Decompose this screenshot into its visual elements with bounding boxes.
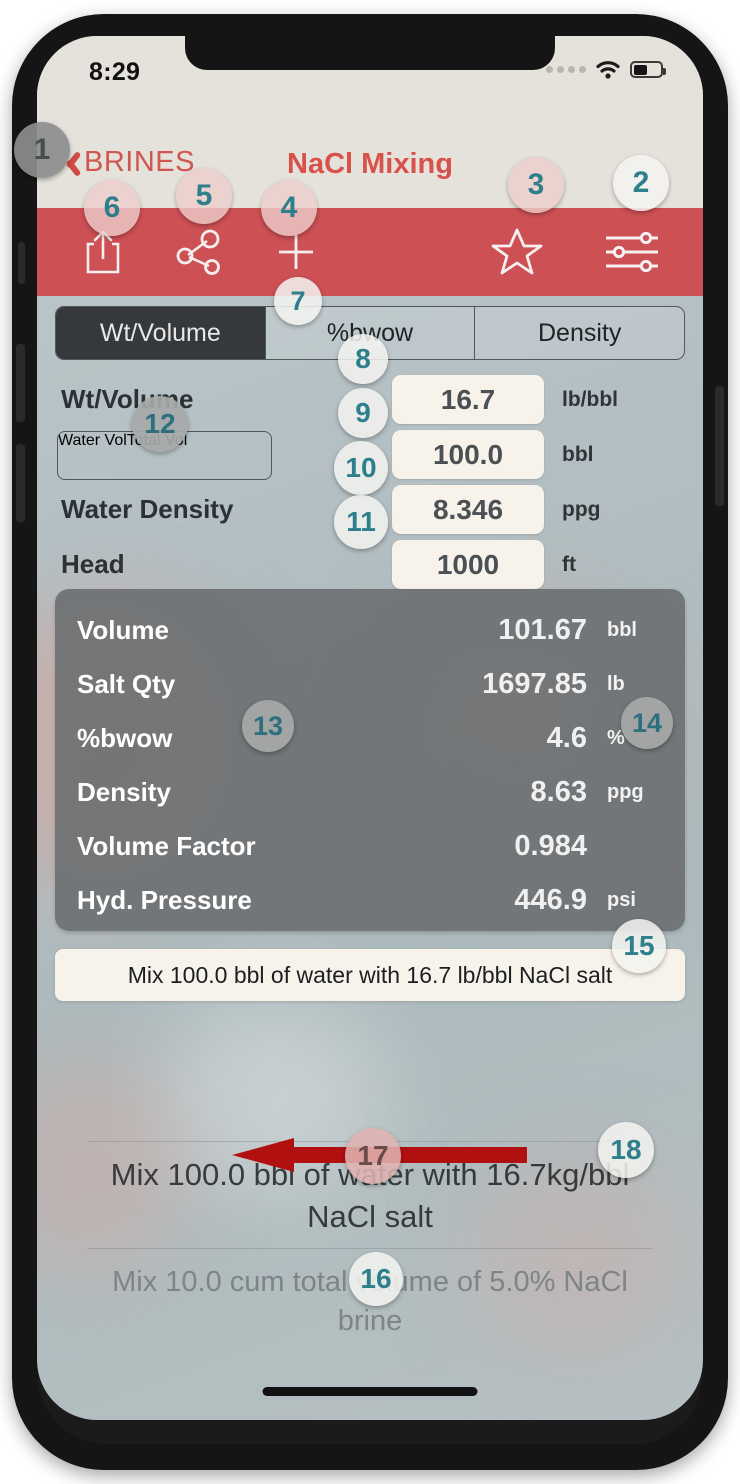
phone-screen: 8:29 BRINES NaCl Mixing Wt/Volume %bwow … [37, 36, 703, 1420]
result-value: 446.9 [514, 883, 587, 916]
annotation-badge-17: 17 [345, 1128, 401, 1184]
toggle-water-vol[interactable]: Water Vol [58, 432, 127, 479]
input-label: Head [61, 549, 125, 579]
segment-wt-volume[interactable]: Wt/Volume [56, 307, 265, 359]
annotation-badge-7: 7 [274, 277, 322, 325]
annotation-badge-9: 9 [338, 388, 388, 438]
annotation-badge-11: 11 [334, 495, 388, 549]
home-indicator[interactable] [262, 1387, 478, 1396]
head-input[interactable]: 1000 [392, 540, 544, 589]
wifi-icon [595, 60, 621, 79]
wt-volume-input[interactable]: 16.7 [392, 375, 544, 424]
star-icon[interactable] [491, 227, 543, 277]
annotation-badge-12: 12 [132, 396, 188, 452]
annotation-badge-13: 13 [242, 700, 294, 752]
device-notch [185, 36, 555, 70]
input-unit: ppg [562, 497, 601, 521]
volume-up-button[interactable] [16, 344, 25, 422]
share-nodes-icon[interactable] [175, 229, 223, 275]
power-button[interactable] [715, 386, 724, 506]
input-unit: lb/bbl [562, 387, 618, 411]
annotation-badge-8: 8 [338, 334, 388, 384]
result-unit: bbl [607, 618, 637, 641]
screenshot-stage: 8:29 BRINES NaCl Mixing Wt/Volume %bwow … [0, 0, 740, 1484]
input-unit: bbl [562, 442, 594, 466]
result-row: %bwow 4.6 % [77, 711, 663, 765]
annotation-badge-16: 16 [349, 1252, 403, 1306]
input-label: Water Density [61, 494, 234, 524]
result-row: Volume 101.67 bbl [77, 603, 663, 657]
result-value: 0.984 [514, 829, 587, 862]
result-row: Hyd. Pressure 446.9 psi [77, 873, 663, 927]
action-toolbar [37, 208, 703, 296]
volume-input[interactable]: 100.0 [392, 430, 544, 479]
result-value: 4.6 [546, 721, 587, 754]
share-icon[interactable] [83, 229, 123, 275]
plus-icon[interactable] [275, 231, 317, 273]
summary-bar: Mix 100.0 bbl of water with 16.7 lb/bbl … [55, 949, 685, 1001]
annotation-badge-1: 1 [14, 122, 70, 178]
result-row: Volume Factor 0.984 [77, 819, 663, 873]
result-value: 8.63 [530, 775, 587, 808]
result-value: 1697.85 [482, 667, 587, 700]
result-row: Salt Qty 1697.85 lb [77, 657, 663, 711]
result-label: %bwow [77, 722, 173, 753]
annotation-badge-5: 5 [176, 168, 232, 224]
annotation-badge-18: 18 [598, 1122, 654, 1178]
result-row: Density 8.63 ppg [77, 765, 663, 819]
annotation-badge-6: 6 [84, 180, 140, 236]
status-indicators [546, 60, 666, 79]
water-density-input[interactable]: 8.346 [392, 485, 544, 534]
results-panel: Volume 101.67 bbl Salt Qty 1697.85 lb %b… [55, 589, 685, 931]
status-time: 8:29 [89, 58, 141, 86]
result-unit: lb [607, 672, 625, 695]
signal-dots-icon [546, 66, 586, 73]
silent-switch[interactable] [18, 242, 25, 284]
sliders-icon[interactable] [603, 228, 661, 276]
segment-density[interactable]: Density [474, 307, 684, 359]
input-unit: ft [562, 552, 576, 576]
result-label: Hyd. Pressure [77, 884, 252, 915]
annotation-badge-10: 10 [334, 441, 388, 495]
annotation-badge-4: 4 [261, 180, 317, 236]
battery-icon [630, 61, 666, 78]
annotation-badge-2: 2 [613, 155, 669, 211]
volume-down-button[interactable] [16, 444, 25, 522]
page-title: NaCl Mixing [287, 148, 453, 180]
annotation-badge-15: 15 [612, 919, 666, 973]
result-label: Volume Factor [77, 830, 256, 861]
result-value: 101.67 [498, 613, 587, 646]
annotation-badge-3: 3 [508, 157, 564, 213]
result-label: Salt Qty [77, 668, 176, 699]
annotation-badge-14: 14 [621, 697, 673, 749]
result-label: Volume [77, 614, 169, 645]
result-unit: ppg [607, 780, 644, 803]
result-label: Density [77, 776, 171, 807]
result-unit: psi [607, 888, 636, 911]
